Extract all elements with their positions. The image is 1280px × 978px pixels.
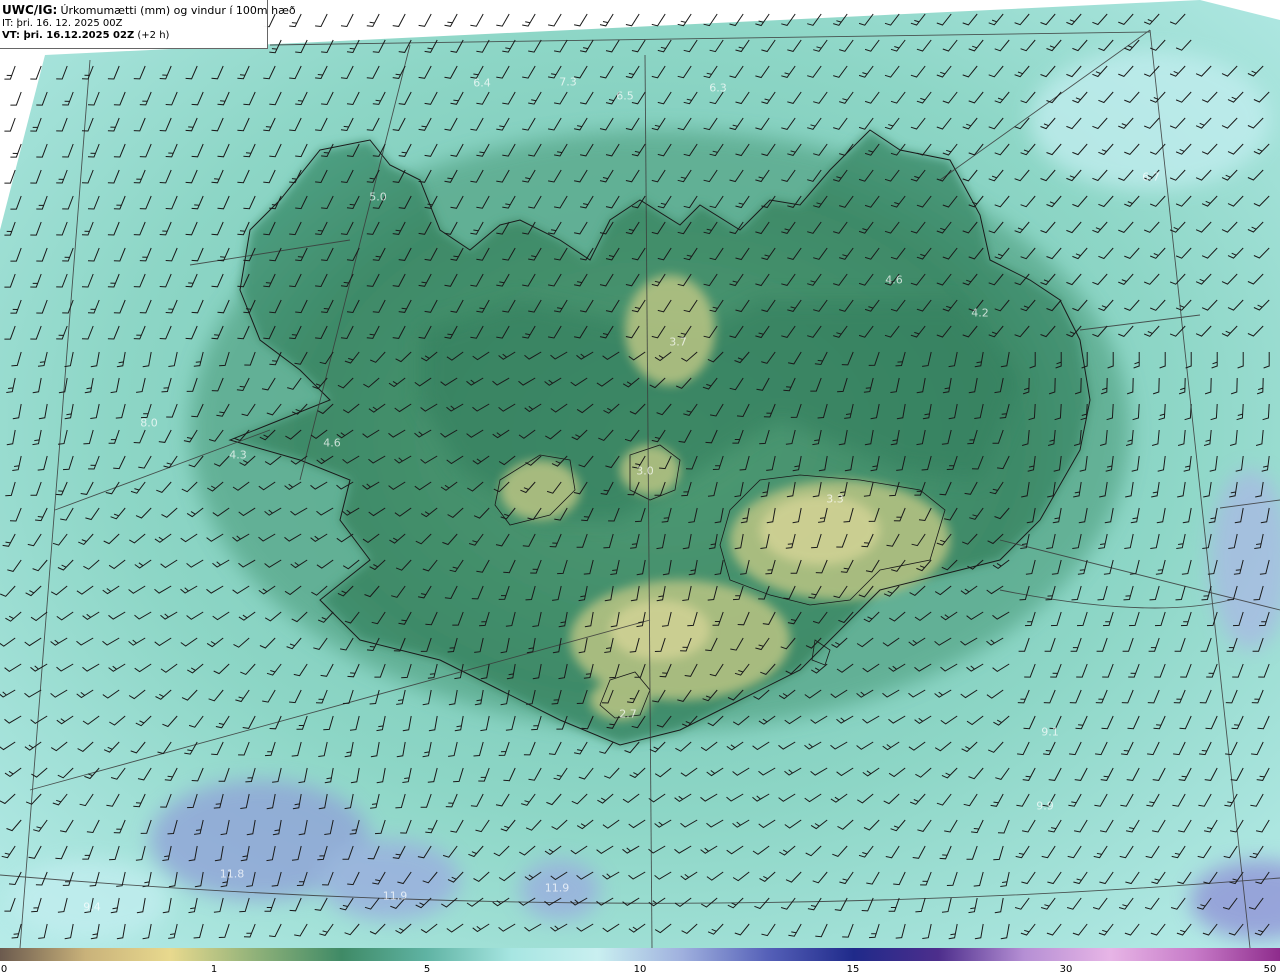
lead-time: (+2 h): [137, 30, 170, 41]
forecast-info-box: UWC/IG: Úrkomumætti (mm) og vindur í 100…: [0, 0, 296, 49]
colorbar-tick: 1: [210, 964, 218, 975]
colorbar-tick: 30: [1059, 964, 1073, 975]
colorbar-tick: 5: [423, 964, 431, 975]
init-time-prefix: IT:: [2, 18, 14, 29]
colorbar-gradient: [0, 948, 1280, 961]
colorbar-tick: 50: [1263, 964, 1277, 975]
parameter-title: Úrkomumætti (mm) og vindur í 100m hæð: [60, 4, 296, 17]
colorbar-tick: 0: [0, 964, 8, 975]
colorbar-tick: 10: [633, 964, 647, 975]
map-canvas: [0, 0, 1280, 948]
colorbar-tick: 15: [846, 964, 860, 975]
colorbar-legend: 0 1 5 10 15 30 50: [0, 948, 1280, 978]
weather-map: 7.3 6.4 6.5 6.3 5.0 6.7 4.6 4.2 3.7 8.0 …: [0, 0, 1280, 948]
valid-time: VT: þri. 16.12.2025 02Z: [2, 30, 135, 41]
init-time: þri. 16. 12. 2025 00Z: [16, 18, 123, 29]
model-name: UWC/IG:: [2, 3, 58, 17]
